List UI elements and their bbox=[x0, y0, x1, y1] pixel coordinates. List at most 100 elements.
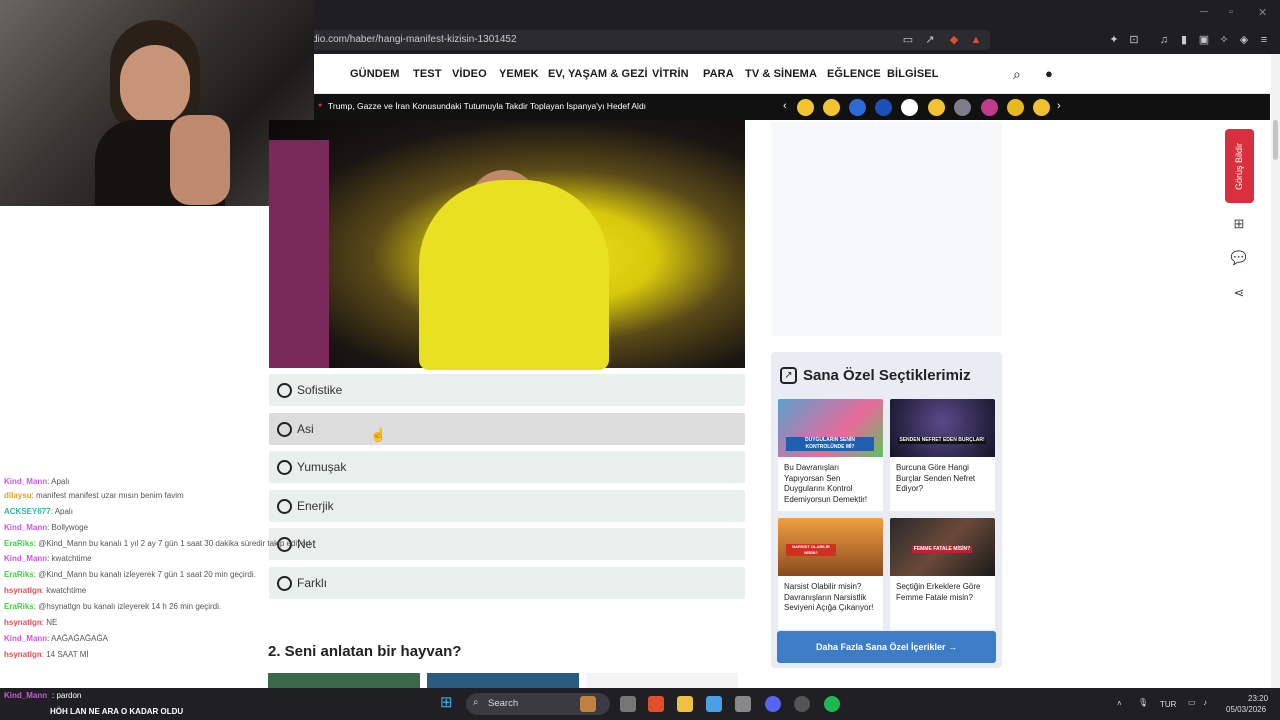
sidebar-icon[interactable]: ▮ bbox=[1176, 32, 1192, 48]
option-yumusak[interactable]: Yumuşak bbox=[269, 451, 745, 483]
file-explorer-icon[interactable] bbox=[677, 696, 693, 712]
reaction-emoji-icon[interactable] bbox=[901, 99, 918, 116]
chat-message: : pardon bbox=[52, 691, 82, 700]
menu-icon[interactable]: ≡ bbox=[1256, 32, 1272, 48]
rec-card[interactable]: NARSİST OLABİLİR MİSİN? Narsist Olabilir… bbox=[778, 518, 883, 630]
chat-username[interactable]: dilaysu bbox=[4, 491, 32, 500]
ad-placeholder bbox=[771, 122, 1002, 336]
user-icon[interactable]: ● bbox=[1045, 66, 1053, 81]
option-farkli[interactable]: Farklı bbox=[269, 567, 745, 599]
windows-start-icon[interactable]: ⊞ bbox=[440, 695, 456, 711]
nav-eglence[interactable]: EĞLENCE bbox=[827, 68, 881, 80]
chat-username[interactable]: EraRiks bbox=[4, 602, 34, 611]
reaction-emoji-icon[interactable] bbox=[954, 99, 971, 116]
nav-test[interactable]: TEST bbox=[413, 68, 442, 80]
chat-message: : NE bbox=[41, 618, 58, 627]
chat-username[interactable]: EraRiks bbox=[4, 539, 34, 548]
share-icon[interactable]: ↗ bbox=[922, 32, 938, 48]
chat-message: : Apalı bbox=[47, 477, 70, 486]
radio-circle-icon[interactable] bbox=[277, 383, 292, 398]
scrollbar-thumb[interactable] bbox=[1273, 120, 1278, 160]
reaction-emoji-icon[interactable] bbox=[981, 99, 998, 116]
chat-username[interactable]: hsynatlgn bbox=[4, 586, 42, 595]
rewards-icon[interactable]: ▲ bbox=[968, 32, 984, 48]
task-view-icon[interactable] bbox=[620, 696, 636, 712]
answer-image[interactable] bbox=[586, 673, 738, 688]
url-field[interactable]: dio.com/haber/hangi-manifest-kizisin-130… bbox=[300, 30, 990, 50]
nav-bilgisel[interactable]: BİLGİSEL bbox=[887, 68, 939, 80]
more-content-button[interactable]: Daha Fazla Sana Özel İçerikler → bbox=[777, 631, 996, 663]
nav-gundem[interactable]: GÜNDEM bbox=[350, 68, 400, 80]
recommendations-title: Sana Özel Seçtiklerimiz bbox=[803, 367, 971, 384]
tray-chevron-icon[interactable]: ˄ bbox=[1117, 699, 1122, 708]
chevron-right-icon[interactable]: › bbox=[1057, 100, 1061, 112]
reaction-emoji-icon[interactable] bbox=[1033, 99, 1050, 116]
share-icon[interactable]: ⋖ bbox=[1229, 283, 1249, 303]
reaction-emoji-icon[interactable] bbox=[1007, 99, 1024, 116]
clock-date[interactable]: 05/03/2026 bbox=[1226, 705, 1266, 714]
chat-line: hsynatlgn: NE bbox=[4, 617, 57, 628]
option-asi[interactable]: Asi bbox=[269, 413, 745, 445]
nav-video[interactable]: VİDEO bbox=[452, 68, 487, 80]
rec-card-title: Seçtiğin Erkeklere Göre Femme Fatale mis… bbox=[896, 582, 981, 602]
discord-icon[interactable] bbox=[765, 696, 781, 712]
close-icon[interactable]: ✕ bbox=[1258, 6, 1267, 19]
rec-card[interactable]: SENDEN NEFRET EDEN BURÇLAR! Burcuna Göre… bbox=[890, 399, 995, 511]
nav-tv-sinema[interactable]: TV & SİNEMA bbox=[745, 68, 817, 80]
ticker-headline[interactable]: Trump, Gazze ve İran Konusundaki Tutumuy… bbox=[328, 101, 646, 111]
minimize-icon[interactable]: ─ bbox=[1200, 6, 1208, 18]
radio-circle-icon[interactable] bbox=[277, 422, 292, 437]
chat-username[interactable]: Kind_Mann bbox=[4, 634, 47, 643]
stream-chat: Kind_Mann: Apalı dilaysu: manifest manife… bbox=[0, 474, 311, 688]
extensions-icon[interactable]: ✦ bbox=[1106, 32, 1122, 48]
chat-line: ACKSEY677: Apalı bbox=[4, 506, 73, 517]
chevron-left-icon[interactable]: ‹ bbox=[783, 100, 787, 112]
chat-username[interactable]: ACKSEY677 bbox=[4, 507, 51, 516]
nav-vitrin[interactable]: VİTRİN bbox=[652, 68, 689, 80]
maximize-icon[interactable]: ▫ bbox=[1229, 6, 1233, 18]
option-net[interactable]: Net bbox=[269, 528, 745, 560]
microphone-icon[interactable]: 🎙 bbox=[1138, 698, 1148, 707]
network-icon[interactable]: ▭ bbox=[1188, 698, 1196, 707]
nav-ev-yasam[interactable]: EV, YAŞAM & GEZİ bbox=[548, 68, 648, 80]
language-indicator[interactable]: TUR bbox=[1160, 700, 1176, 709]
search-icon[interactable]: ⌕ bbox=[1013, 66, 1021, 83]
spotify-icon[interactable] bbox=[824, 696, 840, 712]
volume-icon[interactable]: ♪ bbox=[1203, 698, 1207, 707]
option-enerjik[interactable]: Enerjik bbox=[269, 490, 745, 522]
chat-username[interactable]: Kind_Mann bbox=[4, 523, 47, 532]
radio-circle-icon[interactable] bbox=[277, 460, 292, 475]
chat-username[interactable]: hsynatlgn bbox=[4, 618, 42, 627]
comments-icon[interactable]: 💬 bbox=[1229, 248, 1249, 268]
screenshot-icon[interactable]: ⊡ bbox=[1126, 32, 1142, 48]
settings-icon[interactable] bbox=[735, 696, 751, 712]
chat-username[interactable]: Kind_Mann bbox=[4, 554, 47, 563]
reaction-emoji-icon[interactable] bbox=[928, 99, 945, 116]
cast-icon[interactable]: ▭ bbox=[900, 32, 916, 48]
ticker-bullet-icon: ● bbox=[318, 102, 323, 109]
reaction-emoji-icon[interactable] bbox=[823, 99, 840, 116]
answer-image[interactable] bbox=[427, 673, 579, 688]
nav-yemek[interactable]: YEMEK bbox=[499, 68, 539, 80]
vpn-icon[interactable]: ◈ bbox=[1236, 32, 1252, 48]
rec-thumbnail: SENDEN NEFRET EDEN BURÇLAR! bbox=[890, 399, 995, 457]
chat-username[interactable]: EraRiks bbox=[4, 570, 34, 579]
brave-shield-icon[interactable]: ◆ bbox=[946, 32, 962, 48]
rec-card[interactable]: DUYGULARIN SENİN KONTROLÜNDE Mİ? Bu Davr… bbox=[778, 399, 883, 511]
brave-browser-icon[interactable] bbox=[648, 696, 664, 712]
nav-para[interactable]: PARA bbox=[703, 68, 734, 80]
bookmark-icon[interactable]: ⊞ bbox=[1229, 214, 1249, 234]
reaction-emoji-icon[interactable] bbox=[797, 99, 814, 116]
leo-ai-icon[interactable]: ✧ bbox=[1216, 32, 1232, 48]
rec-card[interactable]: FEMME FATALE MİSİN? Seçtiğin Erkeklere G… bbox=[890, 518, 995, 630]
clock-time[interactable]: 23:20 bbox=[1248, 694, 1268, 703]
app-icon[interactable] bbox=[706, 696, 722, 712]
music-icon[interactable]: ♫ bbox=[1156, 32, 1172, 48]
reaction-emoji-icon[interactable] bbox=[849, 99, 866, 116]
wallet-icon[interactable]: ▣ bbox=[1196, 32, 1212, 48]
chat-username[interactable]: Kind_Mann bbox=[4, 477, 47, 486]
obs-icon[interactable] bbox=[794, 696, 810, 712]
option-sofistike[interactable]: Sofistike bbox=[269, 374, 745, 406]
reaction-emoji-icon[interactable] bbox=[875, 99, 892, 116]
chat-username[interactable]: hsynatlgn bbox=[4, 650, 42, 659]
